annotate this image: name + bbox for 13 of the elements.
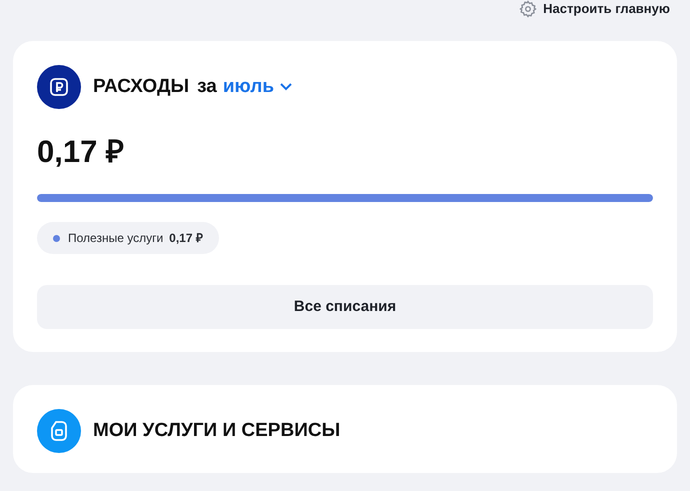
- all-charges-button[interactable]: Все списания: [37, 285, 653, 329]
- card-title: МОИ УСЛУГИ И СЕРВИСЫ: [93, 418, 340, 443]
- customize-link[interactable]: Настроить главную: [519, 0, 670, 18]
- settings-icon: [519, 0, 538, 18]
- category-label: Полезные услуги: [68, 230, 164, 247]
- period-dropdown[interactable]: июль: [222, 72, 292, 102]
- sim-card-icon: [37, 409, 81, 453]
- period-prefix: за: [197, 74, 217, 99]
- chevron-down-icon: [280, 83, 292, 91]
- card-title: РАСХОДЫ: [93, 74, 190, 99]
- total-amount: 0,17 ₽: [37, 133, 125, 171]
- ruble-icon: [37, 65, 81, 109]
- category-amount: 0,17 ₽: [169, 230, 203, 247]
